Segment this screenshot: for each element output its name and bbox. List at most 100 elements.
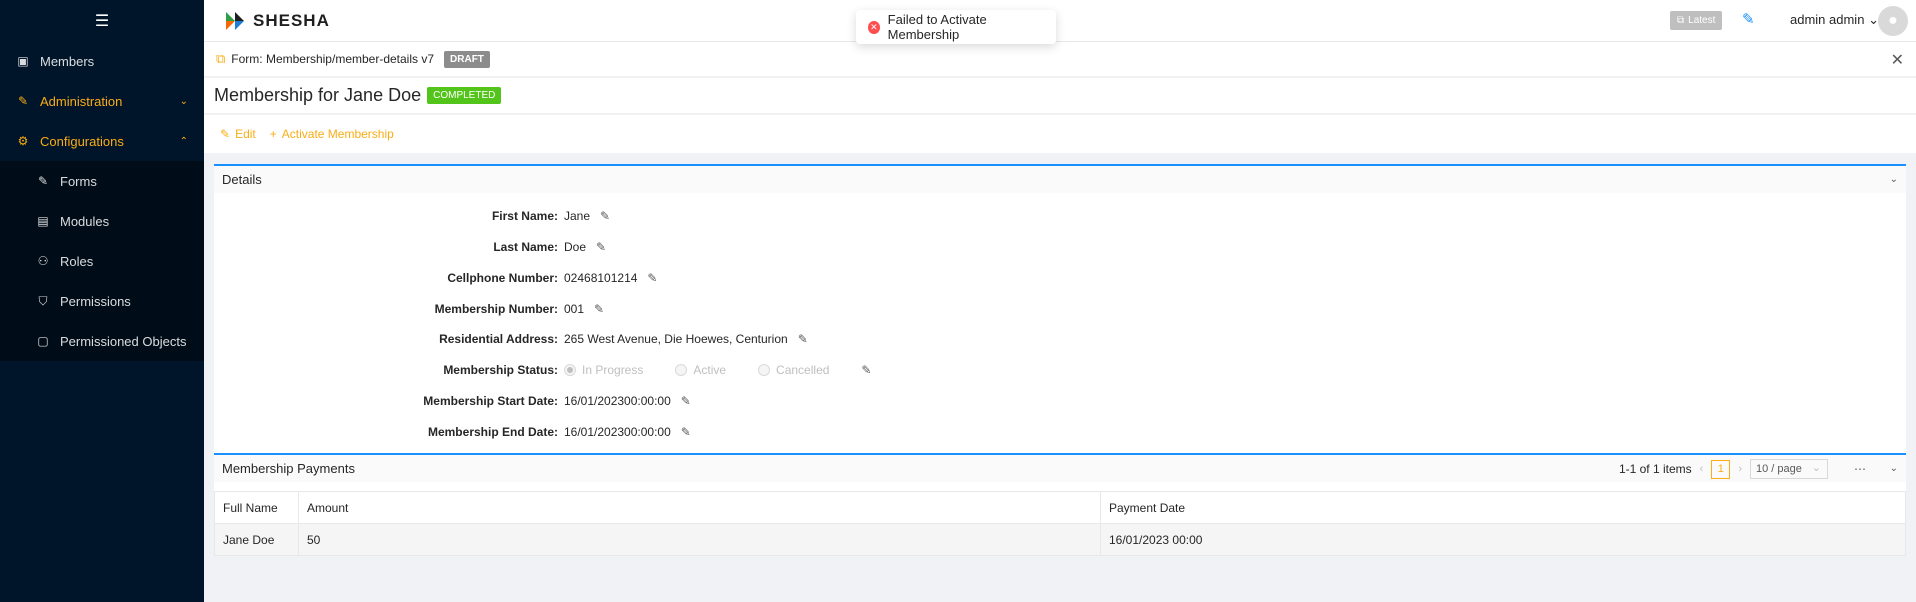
edit-pencil-icon[interactable]: ✎ [647, 271, 657, 285]
field-residential-address: Residential Address: 265 West Avenue, Di… [214, 329, 1014, 349]
next-page-icon[interactable]: › [1738, 463, 1742, 475]
edit-pencil-icon[interactable]: ✎ [681, 425, 691, 439]
table-cell: 50 [298, 523, 1101, 556]
toolbar: ✎ Edit + Activate Membership [204, 115, 1916, 153]
toast-message: Failed to Activate Membership [887, 12, 987, 42]
pagination-summary: 1-1 of 1 items [1618, 462, 1692, 476]
form-info-bar: ⧉ Form: Membership/member-details v7 DRA… [204, 42, 1916, 77]
edit-pencil-icon[interactable]: ✎ [596, 240, 606, 254]
edit-icon: ✎ [220, 127, 231, 141]
draft-badge: DRAFT [444, 50, 490, 68]
logo[interactable]: SHESHA [224, 10, 330, 32]
sidebar-item-permissions[interactable]: ⛉ Permissions [0, 281, 204, 321]
chevron-down-icon: ⌄ [1889, 174, 1898, 185]
column-header[interactable]: Amount [298, 491, 1101, 524]
page-size-select[interactable]: 10 / page [1750, 459, 1828, 479]
field-value: 16/01/202300:00:00 [564, 425, 671, 439]
roles-icon: ⚇ [37, 254, 49, 268]
field-label: Last Name: [493, 240, 558, 254]
field-first-name: First Name: Jane ✎ [214, 206, 1014, 226]
sidebar-item-configurations[interactable]: ⚙ Configurations ⌃ [0, 121, 204, 161]
column-header[interactable]: Payment Date [1100, 491, 1906, 524]
radio-dot [675, 364, 688, 376]
table-row[interactable]: Jane Doe 50 16/01/2023 00:00 [214, 523, 1906, 556]
panel-title: Details [222, 172, 262, 187]
sidebar-item-label: Permissioned Objects [60, 333, 187, 349]
user-name: admin admin [1790, 12, 1865, 27]
field-value: Jane [564, 209, 591, 223]
status-radio-in-progress[interactable]: In Progress [564, 363, 643, 377]
form-title[interactable]: Form: Membership/member-details v7 [231, 52, 434, 66]
sidebar-item-label: Modules [60, 213, 110, 229]
details-panel-header[interactable]: Details ⌄ [214, 166, 1906, 193]
modules-icon: ▤ [37, 214, 49, 228]
close-icon[interactable]: ✕ [1891, 50, 1904, 70]
user-menu[interactable]: admin admin ⌄ [1790, 12, 1879, 28]
field-membership-end-date: Membership End Date: 16/01/202300:00:00 ✎ [214, 422, 1014, 442]
sidebar-item-roles[interactable]: ⚇ Roles [0, 241, 204, 281]
error-icon: ✕ [868, 20, 880, 34]
chevron-down-icon: ⌄ [179, 95, 188, 107]
panel-title: Membership Payments [222, 461, 355, 476]
sidebar-item-label: Forms [60, 173, 97, 189]
error-toast: ✕ Failed to Activate Membership [856, 10, 1056, 44]
edit-pencil-icon[interactable]: ✎ [861, 363, 871, 377]
column-header[interactable]: Full Name [214, 491, 299, 524]
field-cellphone-number: Cellphone Number: 02468101214 ✎ [214, 268, 1014, 288]
copy-icon: ⧉ [1677, 15, 1685, 26]
field-value: 02468101214 [564, 271, 638, 285]
chevron-up-icon: ⌃ [179, 135, 188, 147]
activate-membership-button[interactable]: + Activate Membership [270, 127, 394, 141]
field-value: Doe [564, 240, 587, 254]
collapse-menu-icon[interactable]: ☰ [0, 0, 204, 41]
edit-pencil-icon[interactable]: ✎ [594, 302, 604, 316]
shield-icon: ⛉ [38, 294, 48, 308]
edit-pencil-icon[interactable]: ✎ [681, 394, 691, 408]
lock-icon: ▢ [37, 334, 49, 348]
field-label: Cellphone Number: [447, 271, 558, 285]
sidebar-item-label: Permissions [60, 293, 131, 309]
logo-text: SHESHA [253, 11, 330, 30]
membership-payments-panel: Membership Payments ⌄ 1-1 of 1 items ‹ 1… [214, 453, 1906, 556]
field-membership-start-date: Membership Start Date: 16/01/202300:00:0… [214, 391, 1014, 411]
field-label: Membership Number: [434, 302, 558, 316]
avatar[interactable]: ● [1878, 6, 1908, 36]
field-value: 16/01/202300:00:00 [564, 394, 671, 408]
pagination: 1-1 of 1 items ‹ 1 › 10 / page ⋯ [1619, 459, 1866, 479]
edit-button[interactable]: ✎ Edit [220, 127, 256, 141]
top-bar: SHESHA ⧉ Latest ✎ admin admin ⌄ ● [204, 0, 1916, 42]
status-radio-active[interactable]: Active [675, 363, 726, 377]
more-options-icon[interactable]: ⋯ [1854, 462, 1866, 476]
field-label: Membership End Date: [427, 425, 558, 439]
field-label: Membership Status: [443, 363, 558, 377]
sidebar-item-label: Roles [60, 253, 94, 269]
page-number-button[interactable]: 1 [1711, 459, 1731, 479]
sidebar: ☰ ▣ Members ✎ Administration ⌄ ⚙ Configu… [0, 0, 204, 602]
field-membership-number: Membership Number: 001 ✎ [214, 299, 1014, 319]
field-last-name: Last Name: Doe ✎ [214, 237, 1014, 257]
details-panel: Details ⌄ First Name: Jane ✎ Last Name: D… [214, 164, 1906, 454]
sidebar-item-permissioned-objects[interactable]: ▢ Permissioned Objects [0, 321, 204, 361]
edit-mode-icon[interactable]: ✎ [1742, 10, 1755, 28]
edit-pencil-icon[interactable]: ✎ [600, 209, 610, 223]
prev-page-icon[interactable]: ‹ [1700, 463, 1704, 475]
field-membership-status: Membership Status: In Progress Active Ca… [214, 360, 1014, 380]
edit-label: Edit [235, 127, 256, 141]
sidebar-item-members[interactable]: ▣ Members [0, 41, 204, 81]
gear-icon: ⚙ [17, 134, 29, 148]
sidebar-item-forms[interactable]: ✎ Forms [0, 161, 204, 201]
sidebar-item-label: Administration [40, 93, 123, 109]
page-header: Membership for Jane Doe COMPLETED [204, 78, 1916, 114]
sidebar-item-modules[interactable]: ▤ Modules [0, 201, 204, 241]
form-icon: ✎ [37, 174, 49, 188]
table-header-row: Full Name Amount Payment Date [214, 491, 1906, 524]
radio-label: Cancelled [776, 363, 830, 377]
table-cell: 16/01/2023 00:00 [1100, 523, 1906, 556]
status-radio-cancelled[interactable]: Cancelled [758, 363, 829, 377]
latest-version-button[interactable]: ⧉ Latest [1670, 11, 1723, 30]
radio-dot [758, 364, 771, 376]
page-title: Membership for Jane Doe [214, 85, 422, 105]
form-copy-icon: ⧉ [216, 51, 226, 66]
sidebar-item-administration[interactable]: ✎ Administration ⌄ [0, 81, 204, 121]
edit-pencil-icon[interactable]: ✎ [798, 332, 808, 346]
